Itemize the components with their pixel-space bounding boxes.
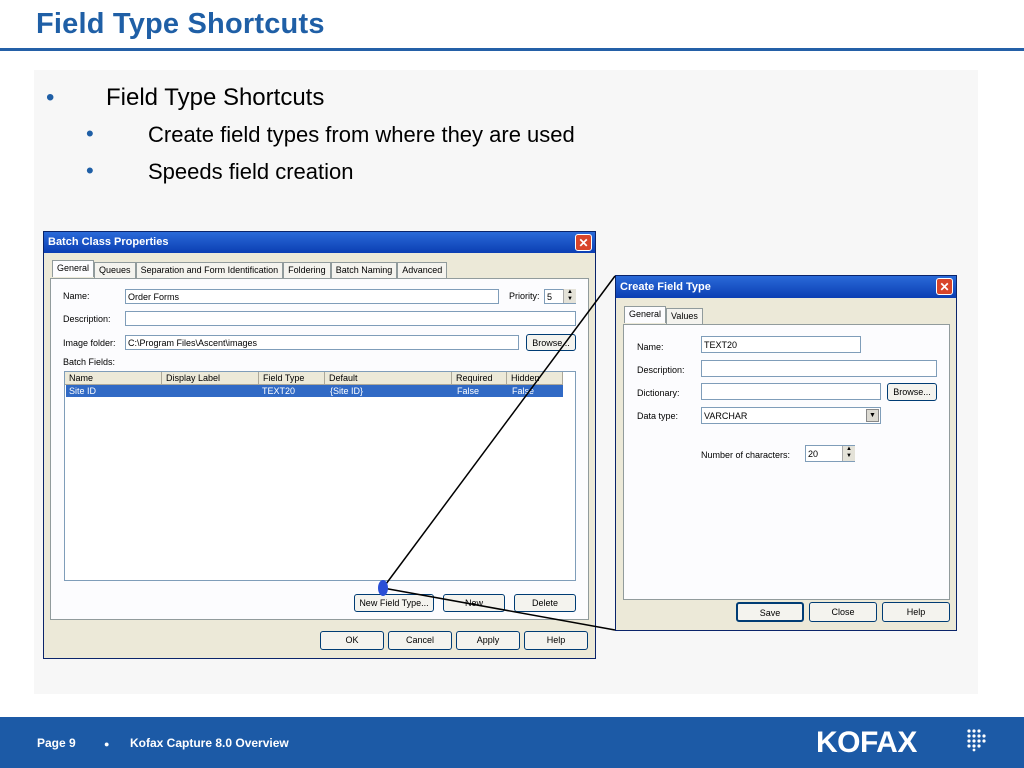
page-number: Page 9 <box>37 736 76 750</box>
kofax-logo-dots-icon <box>967 729 986 752</box>
callout-line-bottom <box>382 587 616 631</box>
callout-lines <box>378 275 616 631</box>
callout-line-top <box>382 275 616 589</box>
kofax-logo: KOFAX <box>816 726 917 759</box>
footer-product: Kofax Capture 8.0 Overview <box>130 736 289 750</box>
callout-origin-marker <box>378 580 388 596</box>
footer-separator: ● <box>104 739 110 749</box>
